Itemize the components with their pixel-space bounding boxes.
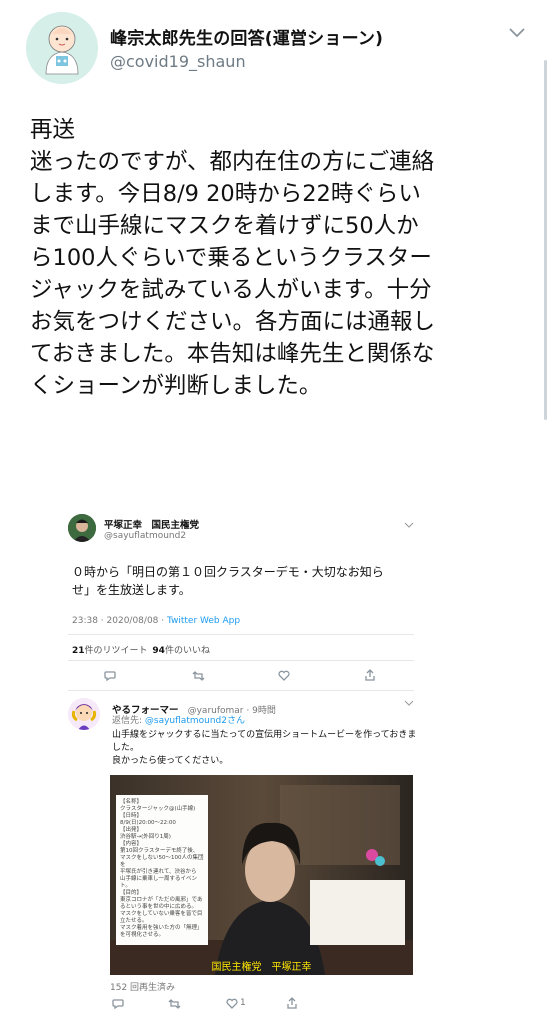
reply-prefix: 返信先: [112,716,145,726]
user-handle[interactable]: @covid19_shaun [110,52,246,71]
memo-line: 【日時】 [120,813,143,819]
retweet-icon [168,999,181,1009]
memo-line: 【内容】 [120,841,143,847]
reply-icon [104,671,116,682]
memo-line: マスク着用を強いた方の「無理」を可視化させる。 [120,925,203,938]
video-view-count: 152 回再生済み [110,983,176,993]
video-caption: 国民主権党 平塚正幸 [211,962,312,973]
divider [68,690,414,691]
avatar[interactable] [26,12,98,84]
heart-icon [278,670,290,681]
embed-tweet1-text: ０時から「明日の第１０回クラスターデモ・大切なお知ら せ」を生放送します。 [72,563,384,599]
embed-text-line: せ」を生放送します。 [72,583,191,597]
like-label: 件のいいね [164,646,210,656]
embed-avatar [68,514,96,542]
tweet-line: します。今日8/9 20時から22時ぐらい [30,181,421,207]
tweet-line: ておきました。本告知は峰先生と関係な [30,341,435,367]
embed-like-count: 1 [240,998,246,1008]
retweet-count: 21 [72,646,85,656]
embed-tweet1-meta: 23:38 · 2020/08/08 · Twitter Web App [72,616,240,626]
reply-to-link: @sayuflatmound2さん [144,716,245,726]
embed-tweet2-text: 山手線をジャックするに当たっての宣伝用ショートムービーを作っておきま した。 良… [112,729,416,768]
heart-icon [226,998,238,1009]
memo-line: 第10回クラスターデモ終了後、 [120,848,199,854]
embed-text-line: した。 [112,743,140,753]
video-memo-card: 【名称】 クラスタージャック@(山手線) 【日時】 8/9(日)20:00～22… [116,795,208,945]
scrollbar[interactable] [544,60,547,420]
memo-line: 山手線に乗車し一周するイベント。 [120,876,198,889]
tweet-line: お気をつけください。各方面には通報し [30,309,436,335]
memo-line: 平塚氏が引き連れて、渋谷から [120,869,197,875]
cartoon-avatar-icon [68,698,100,730]
memo-line: 東京コロナが「ただの風邪」であるという事を世の中に広める。 [120,897,203,910]
share-icon [287,997,297,1009]
memo-line: 渋谷駅→(外回り1周) [120,834,171,840]
like-count: 94 [152,646,165,656]
baby-illustration-icon [26,12,98,84]
retweet-label: 件のリツイート [84,646,148,656]
chevron-down-icon [404,700,414,706]
chevron-down-icon [404,522,414,528]
tweet-line: まで山手線にマスクを着けずに50人か [30,213,419,239]
embed-reply-to: 返信先: @sayuflatmound2さん [112,713,245,726]
divider [68,634,414,635]
retweet-icon [192,671,205,681]
embed-text-line: 山手線をジャックするに当たっての宣伝用ショートムービーを作っておきま [112,730,417,740]
tweet-line: くショーンが判断しました。 [30,373,322,399]
tweet-line: 再送 [30,117,76,143]
tweet-line: ら100人ぐらいで乗るというクラスター [30,245,432,271]
embed-tweet1-stats: 21件のリツイート 94件のいいね [72,643,210,656]
memo-line: マスクをしていない乗客を皆で目立たせる。 [120,911,203,924]
display-name[interactable]: 峰宗太郎先生の回答(運営ショーン) [110,24,383,49]
tweet-line: ジャックを試みている人がいます。十分 [30,277,432,303]
embed-text-line: 良かったら使ってください。 [112,756,229,766]
chevron-down-icon[interactable] [508,26,526,40]
memo-line: 【出発】 [120,827,143,833]
embed-text-line: ０時から「明日の第１０回クラスターデモ・大切なお知ら [72,565,384,579]
embed-tweet1-name: 平塚正幸 国民主権党 [104,520,200,531]
reply-icon [112,999,124,1010]
share-icon [365,669,375,681]
embed-tweet1-handle: @sayuflatmound2 [104,531,187,541]
memo-line: 【目的】 [120,890,143,896]
memo-line: 8/9(日)20:00～22:00 [120,820,176,826]
divider [68,660,414,661]
embed-app-link: Twitter Web App [166,616,241,626]
embed-avatar [68,698,100,730]
memo-line: クラスタージャック@(山手線) [120,806,196,812]
tweet-text: 再送 迷ったのですが、都内在住の方にご連絡 します。今日8/9 20時から22時… [30,114,530,402]
tweet-line: 迷ったのですが、都内在住の方にご連絡 [30,149,435,175]
memo-line: マスクをしない50～100人の集団を [120,855,204,868]
embed-timestamp: 23:38 · 2020/08/08 · [72,616,167,626]
person-photo-icon [68,514,96,542]
memo-line: 【名称】 [120,799,143,805]
